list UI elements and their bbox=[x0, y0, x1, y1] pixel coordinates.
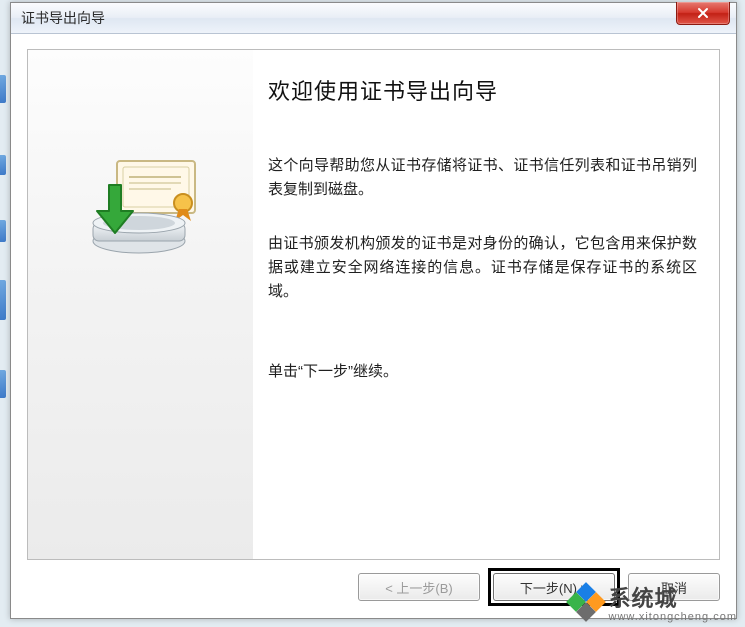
client-area: 欢迎使用证书导出向导 这个向导帮助您从证书存储将证书、证书信任列表和证书吊销列表… bbox=[11, 33, 736, 618]
wizard-buttons: < 上一步(B) 下一步(N) > 取消 bbox=[27, 570, 720, 604]
close-icon bbox=[697, 7, 709, 19]
page-heading: 欢迎使用证书导出向导 bbox=[268, 74, 697, 106]
background-tabs bbox=[0, 0, 6, 627]
side-panel bbox=[28, 50, 253, 559]
intro-paragraph-3: 单击“下一步”继续。 bbox=[268, 360, 697, 384]
wizard-window: 证书导出向导 bbox=[10, 2, 737, 619]
next-button-highlight: 下一步(N) > bbox=[488, 568, 620, 606]
certificate-export-icon bbox=[83, 155, 203, 255]
next-button[interactable]: 下一步(N) > bbox=[493, 573, 615, 601]
wizard-content: 欢迎使用证书导出向导 这个向导帮助您从证书存储将证书、证书信任列表和证书吊销列表… bbox=[268, 68, 697, 414]
intro-paragraph-1: 这个向导帮助您从证书存储将证书、证书信任列表和证书吊销列表复制到磁盘。 bbox=[268, 154, 697, 202]
back-button[interactable]: < 上一步(B) bbox=[358, 573, 480, 601]
intro-paragraph-2: 由证书颁发机构颁发的证书是对身份的确认，它包含用来保护数据或建立安全网络连接的信… bbox=[268, 232, 697, 304]
titlebar[interactable]: 证书导出向导 bbox=[11, 3, 736, 34]
window-title: 证书导出向导 bbox=[11, 8, 105, 28]
cancel-button[interactable]: 取消 bbox=[628, 573, 720, 601]
wizard-page: 欢迎使用证书导出向导 这个向导帮助您从证书存储将证书、证书信任列表和证书吊销列表… bbox=[27, 49, 720, 560]
close-button[interactable] bbox=[676, 2, 730, 25]
